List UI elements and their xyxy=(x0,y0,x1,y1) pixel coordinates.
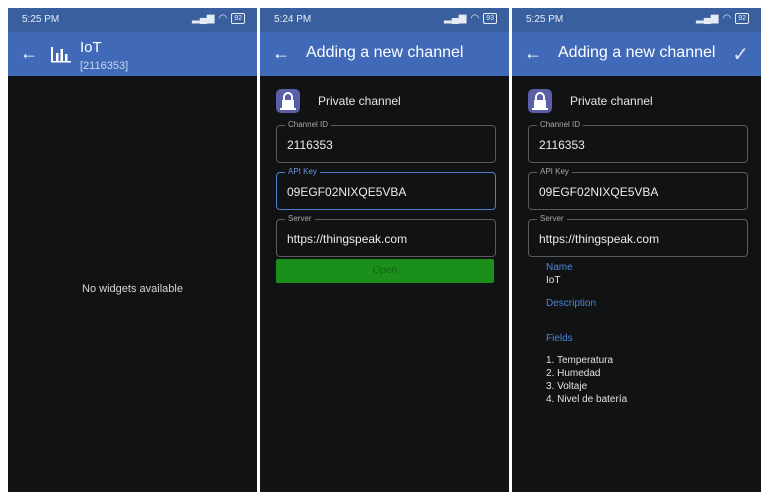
back-arrow-icon[interactable]: ← xyxy=(272,43,290,63)
channel-id-value: 2116353 xyxy=(539,138,585,152)
api-key-field[interactable]: API Key 09EGF02NIXQE5VBA xyxy=(276,167,496,210)
status-icons: ▂▄▆ ◠ 92 xyxy=(192,13,245,24)
wifi-icon: ◠ xyxy=(470,13,480,24)
lock-icon xyxy=(276,89,300,113)
description-heading: Description xyxy=(546,298,597,309)
status-time: 5:25 PM xyxy=(526,14,564,25)
check-icon[interactable]: ✓ xyxy=(732,42,749,67)
status-time: 5:24 PM xyxy=(274,14,312,25)
battery-icon: 93 xyxy=(483,13,497,24)
battery-icon: 92 xyxy=(231,13,245,24)
app-bar: ← IoT [2116353] xyxy=(8,32,257,76)
channel-id-label: Channel ID xyxy=(537,120,584,129)
signal-icon: ▂▄▆ xyxy=(192,13,215,24)
server-label: Server xyxy=(537,214,567,223)
page-title: Adding a new channel xyxy=(306,44,464,61)
channel-id-field[interactable]: Channel ID 2116353 xyxy=(276,120,496,163)
signal-icon: ▂▄▆ xyxy=(444,13,467,24)
channel-id-value: 2116353 xyxy=(287,138,333,152)
list-item: 3. Voltaje xyxy=(546,381,588,392)
back-arrow-icon[interactable]: ← xyxy=(20,43,38,63)
api-key-value: 09EGF02NIXQE5VBA xyxy=(287,185,407,199)
channel-id-subtitle: [2116353] xyxy=(80,60,129,72)
open-button[interactable]: Open xyxy=(276,259,494,283)
api-key-label: API Key xyxy=(285,167,320,176)
name-heading: Name xyxy=(546,262,573,273)
wifi-icon: ◠ xyxy=(722,13,732,24)
lock-icon xyxy=(528,89,552,113)
list-item: 1. Temperatura xyxy=(546,355,614,366)
screen-channel-view: 5:25 PM ▂▄▆ ◠ 92 ← IoT [2116353] No widg… xyxy=(8,8,257,492)
channel-id-field[interactable]: Channel ID 2116353 xyxy=(528,120,748,163)
server-value: https://thingspeak.com xyxy=(287,232,408,246)
empty-widgets-message: No widgets available xyxy=(82,283,183,295)
api-key-value: 09EGF02NIXQE5VBA xyxy=(539,185,659,199)
status-bar: 5:25 PM ▂▄▆ ◠ 92 xyxy=(8,8,257,32)
channel-title: IoT xyxy=(80,39,102,56)
page-title: Adding a new channel xyxy=(558,44,716,61)
api-key-field[interactable]: API Key 09EGF02NIXQE5VBA xyxy=(528,167,748,210)
api-key-label: API Key xyxy=(537,167,572,176)
server-field[interactable]: Server https://thingspeak.com xyxy=(528,214,748,257)
list-item: 2. Humedad xyxy=(546,368,601,379)
private-channel-label: Private channel xyxy=(318,94,401,108)
status-icons: ▂▄▆ ◠ 93 xyxy=(444,13,497,24)
server-field[interactable]: Server https://thingspeak.com xyxy=(276,214,496,257)
private-channel-label: Private channel xyxy=(570,94,653,108)
fields-heading: Fields xyxy=(546,333,573,344)
private-channel-toggle[interactable]: Private channel xyxy=(276,88,401,114)
screen-add-channel-details: 5:25 PM ▂▄▆ ◠ 92 ← Adding a new channel … xyxy=(512,8,761,492)
back-arrow-icon[interactable]: ← xyxy=(524,43,542,63)
screen-add-channel-form: 5:24 PM ▂▄▆ ◠ 93 ← Adding a new channel … xyxy=(260,8,509,492)
battery-icon: 92 xyxy=(735,13,749,24)
signal-icon: ▂▄▆ xyxy=(696,13,719,24)
app-bar: ← Adding a new channel xyxy=(260,32,509,76)
private-channel-toggle[interactable]: Private channel xyxy=(528,88,653,114)
fields-list: 1. Temperatura 2. Humedad 3. Voltaje 4. … xyxy=(546,354,627,406)
channel-id-label: Channel ID xyxy=(285,120,332,129)
status-bar: 5:25 PM ▂▄▆ ◠ 92 xyxy=(512,8,761,32)
name-value: IoT xyxy=(546,275,561,286)
status-time: 5:25 PM xyxy=(22,14,60,25)
status-icons: ▂▄▆ ◠ 92 xyxy=(696,13,749,24)
bar-chart-icon xyxy=(51,47,71,63)
app-bar: ← Adding a new channel ✓ xyxy=(512,32,761,76)
wifi-icon: ◠ xyxy=(218,13,228,24)
server-value: https://thingspeak.com xyxy=(539,232,660,246)
list-item: 4. Nivel de batería xyxy=(546,394,628,405)
server-label: Server xyxy=(285,214,315,223)
status-bar: 5:24 PM ▂▄▆ ◠ 93 xyxy=(260,8,509,32)
